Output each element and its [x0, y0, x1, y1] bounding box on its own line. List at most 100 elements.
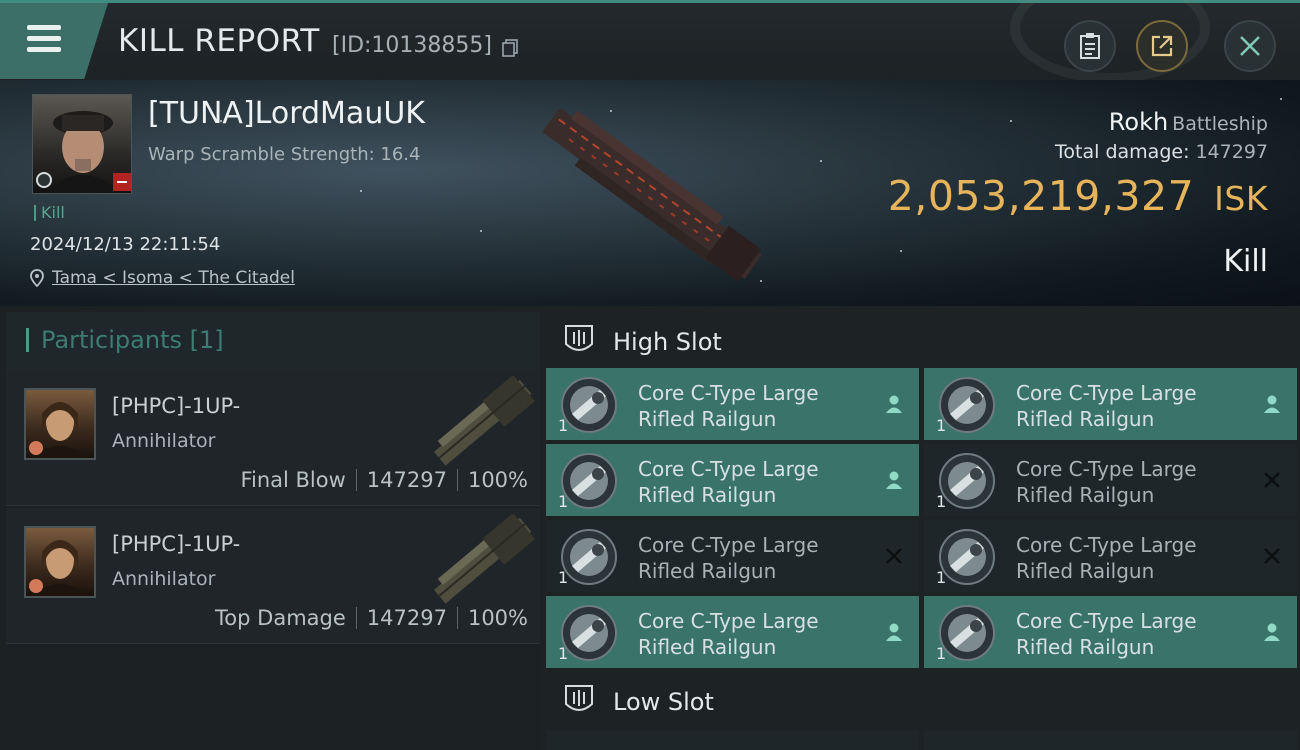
- close-button[interactable]: [1224, 20, 1276, 72]
- module-quantity: 1: [558, 568, 569, 587]
- module-name: Core C-Type Large Rifled Railgun: [1016, 380, 1256, 432]
- corp-badge-icon: [36, 172, 52, 188]
- module-name: Core C-Type Large Rifled Railgun: [1016, 608, 1256, 660]
- module-name: Core C-Type Large Rifled Railgun: [638, 456, 878, 508]
- participant-role: Top Damage: [215, 606, 346, 630]
- stat-divider: [355, 607, 357, 629]
- module-card[interactable]: 1 Core C-Type Large Rifled Railgun: [546, 596, 919, 668]
- destroyed-x-icon: [1264, 548, 1280, 564]
- ship-type: Rokh Battleship: [1109, 108, 1268, 136]
- participant-row[interactable]: [PHPC]-1UP- Annihilator Top Damage 14729…: [6, 508, 540, 644]
- participant-row[interactable]: [PHPC]-1UP- Annihilator Final Blow 14729…: [6, 370, 540, 506]
- top-bar: KILL REPORT [ID:10138855]: [0, 0, 1300, 83]
- copy-icon[interactable]: [502, 39, 518, 57]
- participant-avatar: [24, 388, 96, 460]
- module-card[interactable]: 1 Core C-Type Large Rifled Railgun: [924, 444, 1297, 516]
- module-name-line1: Core C-Type Large: [1016, 381, 1197, 405]
- result-label: Kill: [1223, 244, 1268, 279]
- low-slot-icon: [565, 685, 593, 711]
- fitting-panel: High Slot 1 Core C-Type Large Rifled Railg…: [540, 306, 1300, 750]
- railgun-module-icon: [939, 605, 995, 661]
- location-pin-icon: [30, 269, 44, 287]
- person-icon: [886, 471, 902, 489]
- high-slot-header: High Slot: [540, 310, 1300, 370]
- participant-damage: 147297: [366, 606, 447, 630]
- low-slot-header: Low Slot: [540, 670, 1300, 730]
- module-name-line2: Rifled Railgun: [638, 483, 777, 507]
- module-name-line1: Core C-Type Large: [1016, 457, 1197, 481]
- railgun-module-icon: [939, 377, 995, 433]
- low-slot-label: Low Slot: [613, 688, 714, 716]
- railgun-module-icon: [939, 453, 995, 509]
- module-name-line2: Rifled Railgun: [638, 559, 777, 583]
- participant-percent: 100%: [467, 468, 528, 492]
- participants-header: Participants [1]: [6, 312, 540, 370]
- participant-stats: Top Damage 147297 100%: [215, 606, 528, 630]
- railgun-module-icon: [561, 529, 617, 585]
- module-name-line2: Rifled Railgun: [638, 407, 777, 431]
- ship-name[interactable]: Rokh: [1109, 108, 1168, 136]
- module-quantity: 1: [558, 644, 569, 663]
- module-name: Core C-Type Large Rifled Railgun: [1016, 456, 1256, 508]
- participant-name: [PHPC]-1UP-: [112, 394, 241, 418]
- module-name: Core C-Type Large Rifled Railgun: [638, 608, 878, 660]
- person-icon: [886, 395, 902, 413]
- module-card[interactable]: 1 Core C-Type Large Rifled Railgun: [546, 520, 919, 592]
- module-quantity: 1: [558, 492, 569, 511]
- share-button[interactable]: [1136, 20, 1188, 72]
- victim-name[interactable]: [TUNA]LordMauUK: [148, 96, 425, 131]
- menu-button[interactable]: [0, 3, 108, 79]
- stat-divider: [456, 469, 458, 491]
- location-link[interactable]: Tama < Isoma < The Citadel: [30, 268, 295, 288]
- module-card[interactable]: 1 Core C-Type Large Rifled Railgun: [924, 596, 1297, 668]
- destroyed-x-icon: [886, 548, 902, 564]
- module-name-line1: Core C-Type Large: [1016, 533, 1197, 557]
- ship-class: Battleship: [1172, 113, 1268, 135]
- stat-divider: [355, 469, 357, 491]
- module-quantity: 1: [936, 492, 947, 511]
- module-card[interactable]: 1 Core C-Type Large Rifled Railgun: [924, 368, 1297, 440]
- module-card[interactable]: 1 Core C-Type Large Rifled Railgun: [546, 368, 919, 440]
- module-name-line1: Core C-Type Large: [638, 381, 819, 405]
- low-slot-row-partial: [924, 730, 1297, 750]
- standing-badge-icon: [113, 173, 131, 191]
- module-quantity: 1: [558, 416, 569, 435]
- person-icon: [886, 623, 902, 641]
- page-title: KILL REPORT: [118, 23, 320, 59]
- kill-datetime: 2024/12/13 22:11:54: [30, 234, 221, 255]
- module-card[interactable]: 1 Core C-Type Large Rifled Railgun: [546, 444, 919, 516]
- module-name-line1: Core C-Type Large: [638, 457, 819, 481]
- participant-avatar: [24, 526, 96, 598]
- module-name-line1: Core C-Type Large: [1016, 609, 1197, 633]
- module-quantity: 1: [936, 644, 947, 663]
- victim-portrait[interactable]: [32, 94, 132, 194]
- module-name-line1: Core C-Type Large: [638, 533, 819, 557]
- victim-panel: [TUNA]LordMauUK Warp Scramble Strength: …: [0, 80, 1300, 306]
- high-slot-icon: [565, 325, 593, 351]
- isk-unit: ISK: [1214, 179, 1268, 218]
- report-id: [ID:10138855]: [332, 33, 492, 58]
- railgun-module-icon: [561, 605, 617, 661]
- kill-tag: Kill: [34, 205, 65, 221]
- participant-ship: Annihilator: [112, 430, 216, 452]
- module-name: Core C-Type Large Rifled Railgun: [638, 532, 878, 584]
- total-damage-value: 147297: [1195, 141, 1268, 163]
- destroyed-x-icon: [1264, 472, 1280, 488]
- module-quantity: 1: [936, 568, 947, 587]
- railgun-module-icon: [561, 453, 617, 509]
- isk-value: 2,053,219,327 ISK: [888, 172, 1268, 220]
- participant-role: Final Blow: [240, 468, 346, 492]
- module-name-line2: Rifled Railgun: [1016, 635, 1155, 659]
- participant-percent: 100%: [467, 606, 528, 630]
- module-name-line2: Rifled Railgun: [638, 635, 777, 659]
- module-quantity: 1: [936, 416, 947, 435]
- location-text: Tama < Isoma < The Citadel: [52, 268, 295, 288]
- share-icon: [1151, 35, 1173, 57]
- participant-ship-image: [433, 514, 535, 604]
- victim-ship-image[interactable]: [530, 108, 770, 288]
- module-card[interactable]: 1 Core C-Type Large Rifled Railgun: [924, 520, 1297, 592]
- railgun-module-icon: [939, 529, 995, 585]
- module-name: Core C-Type Large Rifled Railgun: [1016, 532, 1256, 584]
- clipboard-button[interactable]: [1064, 20, 1116, 72]
- stat-divider: [456, 607, 458, 629]
